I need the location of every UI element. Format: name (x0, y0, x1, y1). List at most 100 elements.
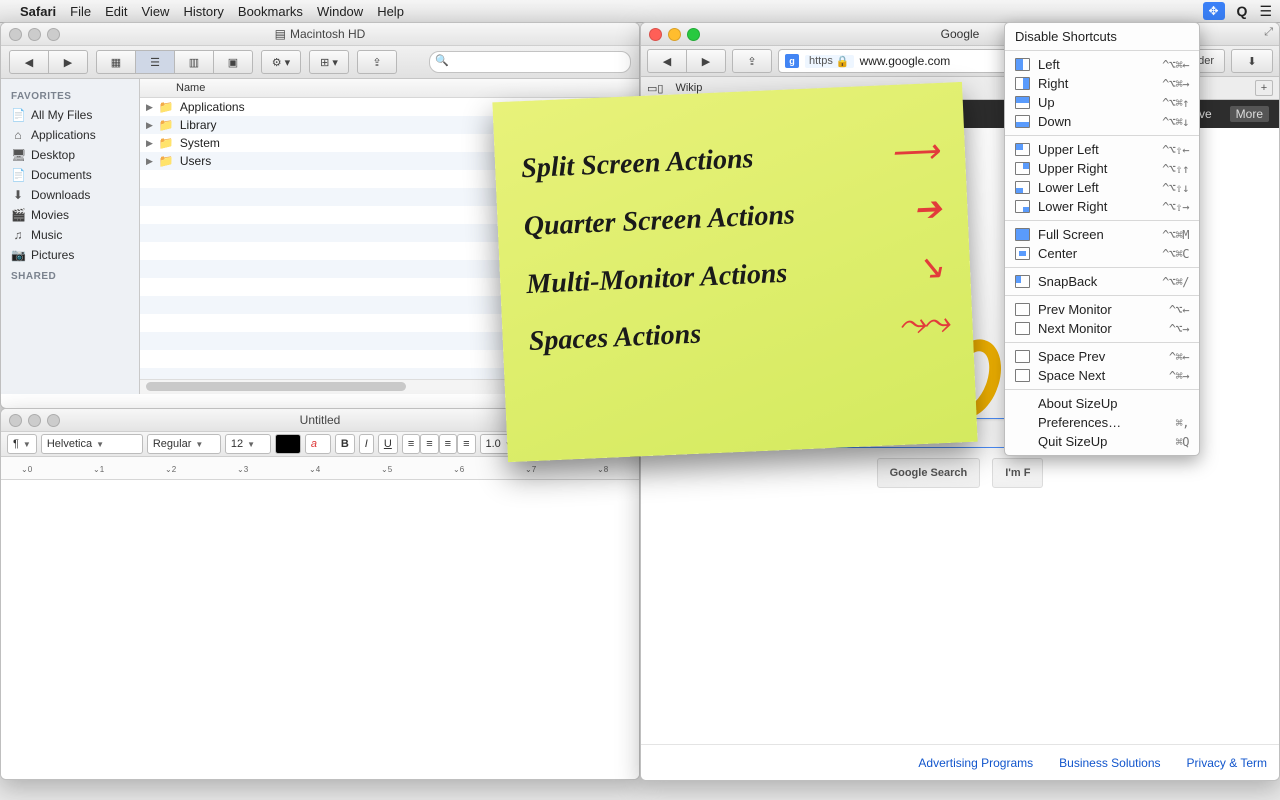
https-badge: https 🔒 (805, 55, 854, 68)
safari-share-button[interactable]: ⇪ (732, 49, 772, 73)
menu-edit[interactable]: Edit (105, 4, 127, 19)
google-search-button[interactable]: Google Search (877, 458, 981, 488)
sidebar-item[interactable]: ♫Music (1, 225, 139, 245)
bookmarks-icon[interactable]: ▭▯ (647, 82, 663, 95)
sidebar-item[interactable]: 📄Documents (1, 165, 139, 185)
finder-action-button[interactable]: ⚙ ▾ (261, 50, 301, 74)
sizeup-menu-item[interactable]: Space Prev^⌘← (1005, 347, 1199, 366)
menubar: Safari File Edit View History Bookmarks … (0, 0, 1280, 23)
safari-title: Google (941, 27, 980, 41)
sizeup-menu-item[interactable]: Right^⌥⌘→ (1005, 74, 1199, 93)
notification-center-icon[interactable]: ☰ (1259, 3, 1272, 20)
finder-sidebar: FAVORITES 📄All My Files⌂Applications🖥Des… (1, 79, 140, 394)
sizeup-menu-item[interactable]: Prev Monitor^⌥← (1005, 300, 1199, 319)
sizeup-menu-item[interactable]: About SizeUp (1005, 394, 1199, 413)
underline-button[interactable]: U (378, 434, 398, 454)
sizeup-shortcut: ^⌥⇧↓ (1162, 181, 1189, 195)
sizeup-menu-item[interactable]: Upper Left^⌥⇧← (1005, 140, 1199, 159)
add-tab-button[interactable]: + (1255, 80, 1273, 96)
footer-link[interactable]: Business Solutions (1059, 756, 1160, 770)
finder-share-button[interactable]: ⇪ (357, 50, 397, 74)
disclosure-triangle[interactable]: ▶ (146, 120, 153, 131)
sidebar-item-icon: 📄 (11, 168, 25, 182)
gbar-more[interactable]: More (1230, 106, 1269, 122)
footer-link[interactable]: Privacy & Term (1187, 756, 1267, 770)
font-style-picker[interactable]: Regular▼ (147, 434, 221, 454)
sizeup-item-label: Space Next (1038, 368, 1161, 383)
textedit-document-area[interactable] (1, 480, 639, 780)
finder-view-switch[interactable]: ▦☰▥▣ (96, 50, 253, 74)
sizeup-menu-item[interactable]: Up^⌥⌘↑ (1005, 93, 1199, 112)
text-color-picker[interactable] (275, 434, 301, 454)
sizeup-menu-item[interactable]: Upper Right^⌥⇧↑ (1005, 159, 1199, 178)
disclosure-triangle[interactable]: ▶ (146, 102, 153, 113)
sidebar-item-icon: 🎬 (11, 208, 25, 222)
row-name: Applications (180, 100, 245, 114)
italic-button[interactable]: I (359, 434, 374, 454)
finder-column-name[interactable]: Name (170, 82, 211, 94)
safari-traffic-lights[interactable] (649, 28, 700, 41)
sizeup-shortcut: ^⌥⌘M (1162, 228, 1189, 242)
sizeup-menu-item[interactable]: Down^⌥⌘↓ (1005, 112, 1199, 131)
sizeup-menubar-icon[interactable]: ✥ (1203, 2, 1225, 20)
sizeup-item-label: Center (1038, 246, 1154, 261)
menu-view[interactable]: View (142, 4, 170, 19)
sizeup-item-label: Left (1038, 57, 1154, 72)
sizeup-menu-item[interactable]: Quit SizeUp⌘Q (1005, 432, 1199, 451)
sizeup-disable-shortcuts[interactable]: Disable Shortcuts (1005, 27, 1199, 46)
sizeup-menu-item[interactable]: SnapBack^⌥⌘/ (1005, 272, 1199, 291)
sizeup-menu-item[interactable]: Lower Right^⌥⇧→ (1005, 197, 1199, 216)
menu-window[interactable]: Window (317, 4, 363, 19)
finder-traffic-lights[interactable] (9, 28, 60, 41)
fav-item[interactable]: Wikip (675, 82, 702, 94)
align-buttons[interactable]: ≡≡≡≡ (402, 434, 476, 454)
sizeup-menu-item[interactable]: Left^⌥⌘← (1005, 55, 1199, 74)
style-picker[interactable]: ¶▼ (7, 434, 37, 454)
sizeup-shortcut: ^⌘← (1169, 350, 1189, 364)
font-family-picker[interactable]: Helvetica▼ (41, 434, 143, 454)
sizeup-menu-item[interactable]: Next Monitor^⌥→ (1005, 319, 1199, 338)
sizeup-pictogram (1015, 181, 1030, 194)
menu-help[interactable]: Help (377, 4, 404, 19)
safari-back-forward[interactable]: ◀▶ (647, 49, 726, 73)
sizeup-menu-item[interactable]: Center^⌥⌘C (1005, 244, 1199, 263)
sidebar-item-icon: 🖥 (11, 148, 25, 162)
safari-fullscreen-button[interactable]: ⤢ (1264, 26, 1273, 39)
row-name: Library (180, 118, 217, 132)
finder-arrange-button[interactable]: ⊞ ▾ (309, 50, 349, 74)
finder-search[interactable] (429, 51, 631, 73)
sizeup-shortcut: ⌘Q (1176, 435, 1189, 449)
sizeup-shortcut: ^⌥→ (1169, 322, 1189, 336)
row-name: Users (180, 154, 211, 168)
sidebar-item[interactable]: 🎬Movies (1, 205, 139, 225)
footer-link[interactable]: Advertising Programs (918, 756, 1033, 770)
nav-back-forward[interactable]: ◀▶ (9, 50, 88, 74)
finder-titlebar[interactable]: ▤Macintosh HD (1, 23, 639, 46)
sidebar-item[interactable]: ⌂Applications (1, 125, 139, 145)
sizeup-menu-item[interactable]: Preferences…⌘, (1005, 413, 1199, 432)
disclosure-triangle[interactable]: ▶ (146, 156, 153, 167)
sidebar-item[interactable]: 🖥Desktop (1, 145, 139, 165)
google-lucky-button[interactable]: I'm F (992, 458, 1043, 488)
bold-button[interactable]: B (335, 434, 355, 454)
sticky-line: Split Screen Actions (521, 143, 755, 185)
sidebar-item[interactable]: 📄All My Files (1, 105, 139, 125)
sizeup-menu-item[interactable]: Lower Left^⌥⇧↓ (1005, 178, 1199, 197)
sizeup-menu-item[interactable]: Full Screen^⌥⌘M (1005, 225, 1199, 244)
sidebar-item[interactable]: 📷Pictures (1, 245, 139, 265)
spotlight-icon[interactable]: Q (1237, 3, 1248, 19)
sizeup-menu-item[interactable]: Space Next^⌘→ (1005, 366, 1199, 385)
disclosure-triangle[interactable]: ▶ (146, 138, 153, 149)
sidebar-item-label: Music (31, 228, 62, 242)
safari-downloads-button[interactable]: ⬇ (1231, 49, 1273, 73)
font-size-picker[interactable]: 12▼ (225, 434, 271, 454)
menu-history[interactable]: History (183, 4, 223, 19)
menu-bookmarks[interactable]: Bookmarks (238, 4, 303, 19)
bg-color-picker[interactable]: a (305, 434, 331, 454)
app-name[interactable]: Safari (20, 4, 56, 19)
menu-file[interactable]: File (70, 4, 91, 19)
sizeup-pictogram (1015, 322, 1030, 335)
textedit-traffic-lights[interactable] (9, 414, 60, 427)
sidebar-item[interactable]: ⬇Downloads (1, 185, 139, 205)
sidebar-item-icon: ⌂ (11, 128, 25, 142)
